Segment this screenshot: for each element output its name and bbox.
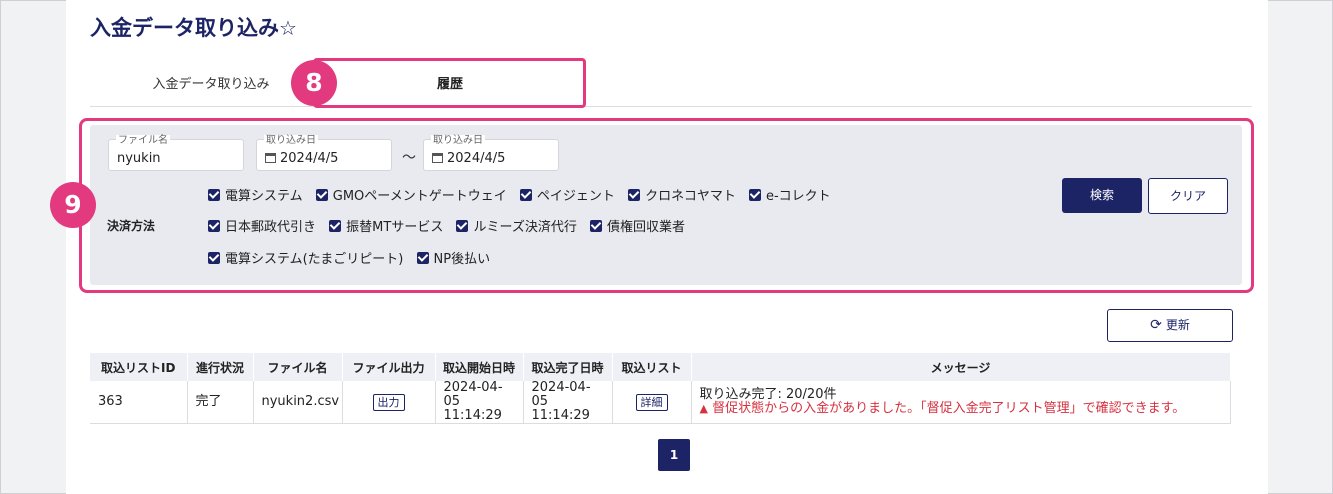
cell-start-time: 2024-04-05 11:14:29 bbox=[435, 381, 524, 424]
table-row: 363 完了 nyukin2.csv 出力 2024-04-05 11:14:29… bbox=[90, 381, 1231, 424]
favorite-star-icon[interactable]: ☆ bbox=[279, 16, 297, 40]
annotation-badge-8: 8 bbox=[291, 60, 337, 106]
page-title: 入金データ取り込み☆ bbox=[90, 12, 297, 42]
output-button[interactable]: 出力 bbox=[372, 393, 405, 411]
cell-end-time: 2024-04-05 11:14:29 bbox=[523, 381, 613, 424]
tabs-divider bbox=[90, 106, 1252, 107]
header-status[interactable]: 進行状況 bbox=[187, 353, 254, 381]
cell-file-output: 出力 bbox=[342, 381, 436, 424]
header-list-id[interactable]: 取込リストID bbox=[90, 353, 188, 381]
warning-message: ▲ 督促状態からの入金がありました。「督促入金完了リスト管理」で確認できます。 bbox=[699, 401, 1186, 416]
cell-list-id: 363 bbox=[90, 381, 188, 424]
message-text: 取り込み完了: 20/20件 bbox=[699, 387, 837, 402]
tab-import[interactable]: 入金データ取り込み bbox=[136, 60, 286, 106]
warning-icon: ▲ bbox=[699, 402, 708, 415]
header-start-time[interactable]: 取込開始日時 bbox=[435, 353, 524, 381]
header-file-name[interactable]: ファイル名 bbox=[253, 353, 343, 381]
header-file-output[interactable]: ファイル出力 bbox=[342, 353, 436, 381]
detail-button[interactable]: 詳細 bbox=[635, 393, 668, 411]
header-import-list[interactable]: 取込リスト bbox=[612, 353, 692, 381]
cell-message: 取り込み完了: 20/20件 ▲ 督促状態からの入金がありました。「督促入金完了… bbox=[691, 381, 1231, 424]
header-message[interactable]: メッセージ bbox=[691, 353, 1231, 381]
cell-status: 完了 bbox=[187, 381, 254, 424]
refresh-icon: ⟳ bbox=[1150, 317, 1162, 333]
header-end-time[interactable]: 取込完了日時 bbox=[523, 353, 613, 381]
highlight-frame-search bbox=[79, 118, 1254, 293]
cell-import-list: 詳細 bbox=[612, 381, 692, 424]
pagination-page-1[interactable]: 1 bbox=[658, 439, 690, 471]
refresh-label: 更新 bbox=[1165, 318, 1190, 332]
highlight-frame-tab bbox=[313, 58, 586, 108]
annotation-badge-9: 9 bbox=[50, 182, 96, 228]
refresh-button[interactable]: ⟳ 更新 bbox=[1107, 309, 1233, 342]
cell-file-name: nyukin2.csv bbox=[253, 381, 343, 424]
main-content: 入金データ取り込み☆ 入金データ取り込み 履歴 ファイル名 nyukin 取り込… bbox=[50, 0, 1268, 494]
table-header-row: 取込リストID 進行状況 ファイル名 ファイル出力 取込開始日時 取込完了日時 … bbox=[90, 353, 1231, 381]
page-title-text: 入金データ取り込み bbox=[90, 16, 279, 40]
import-history-table: 取込リストID 進行状況 ファイル名 ファイル出力 取込開始日時 取込完了日時 … bbox=[90, 353, 1231, 424]
